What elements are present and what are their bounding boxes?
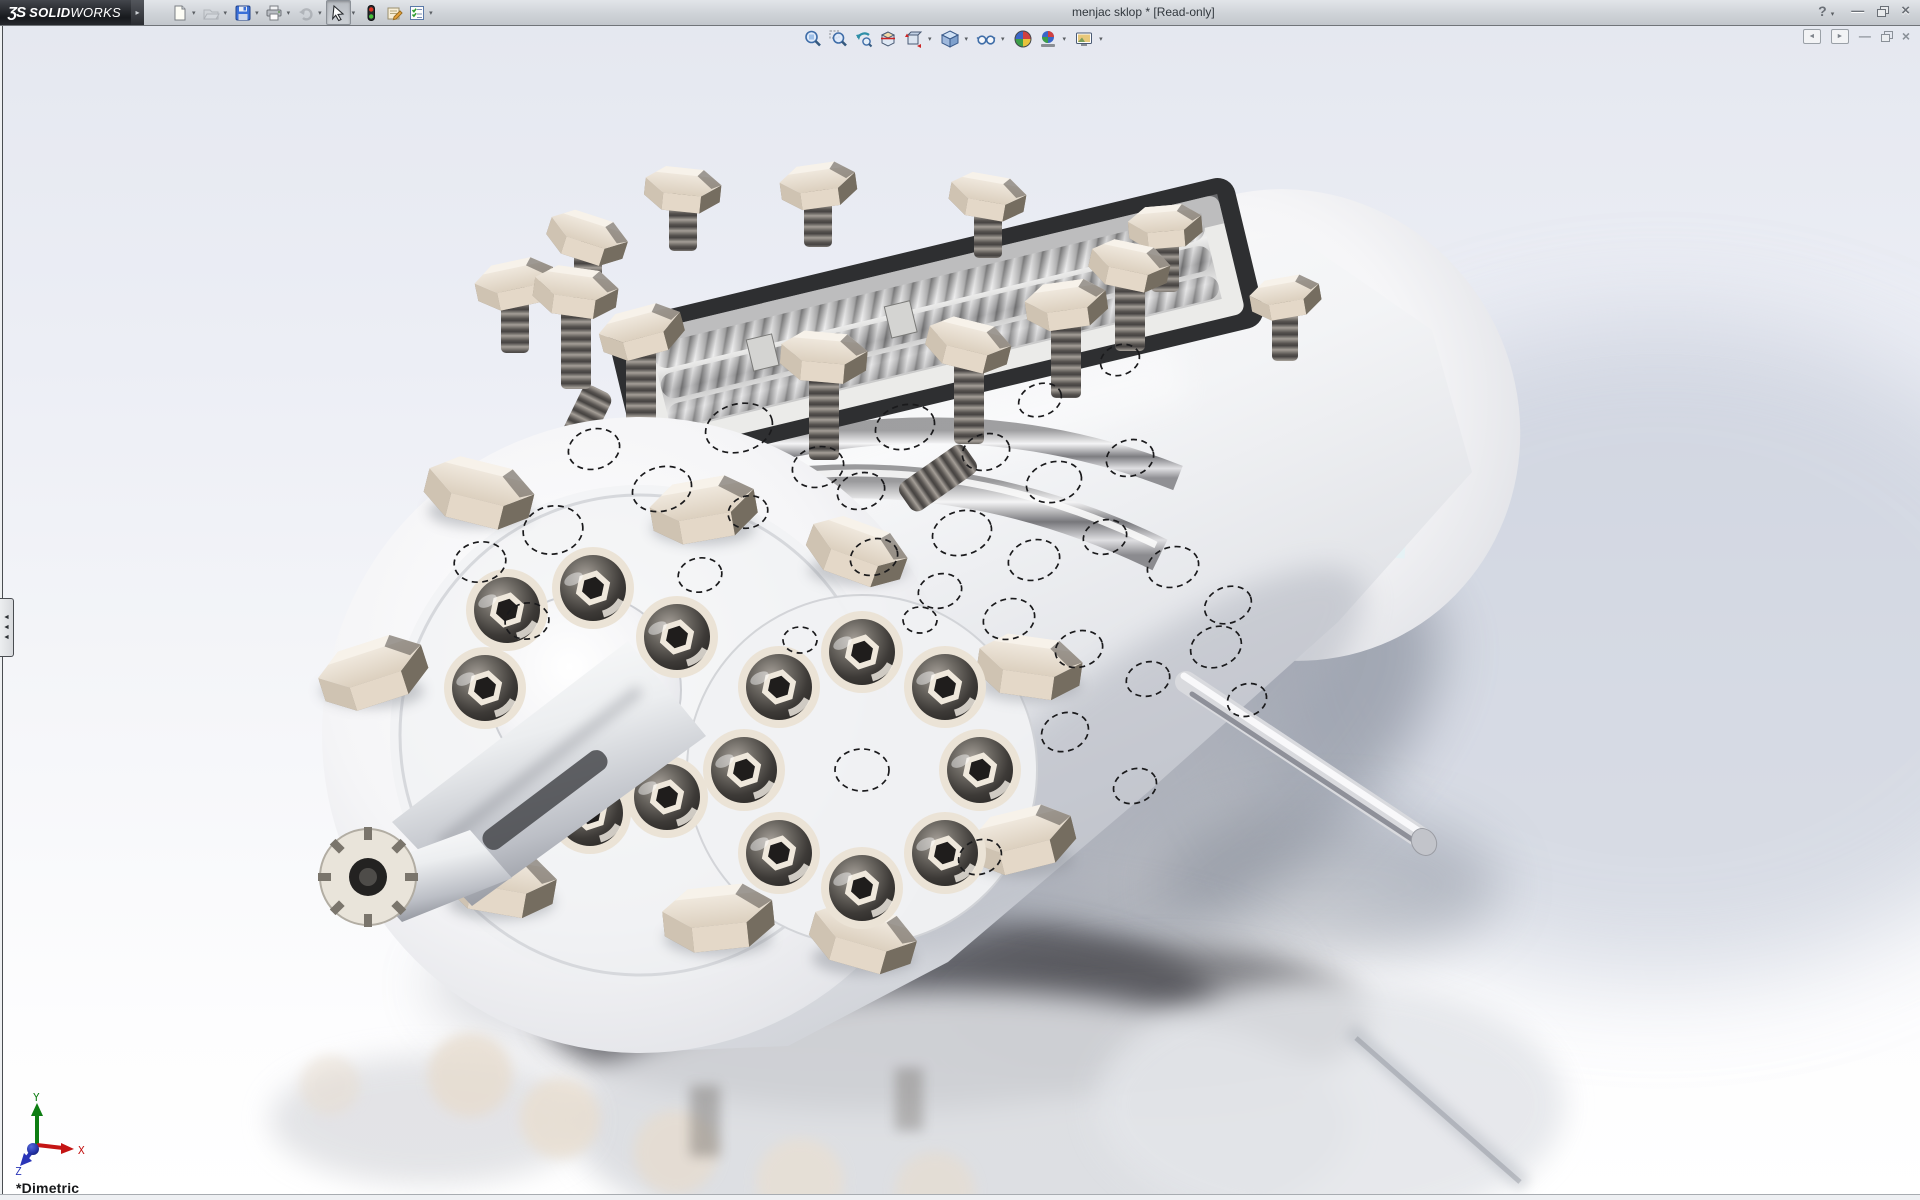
title-bar: ƷS SOLIDWORKS ▸ ▾ ▾ ▾ ▾ ▾ ▾ ▾ menja: [0, 0, 1920, 26]
view-orientation-caret[interactable]: ▾: [928, 35, 932, 43]
undo-dropdown-caret[interactable]: ▾: [318, 9, 322, 17]
select-dropdown-caret[interactable]: ▾: [352, 9, 356, 17]
headsup-view-toolbar: ▾ ▾ ▾ ▾ ▾: [802, 28, 1107, 50]
view-orientation-label: *Dimetric: [16, 1180, 79, 1196]
open-dropdown-caret[interactable]: ▾: [224, 9, 228, 17]
minimize-button[interactable]: —: [1851, 3, 1864, 18]
apply-scene-button[interactable]: [1037, 28, 1059, 50]
undo-button[interactable]: [294, 1, 317, 24]
options-button[interactable]: [405, 1, 428, 24]
triad-x-label: X: [78, 1144, 85, 1157]
menu-expand-arrow[interactable]: ▸: [131, 0, 144, 25]
select-button[interactable]: [326, 0, 351, 25]
new-dropdown-caret[interactable]: ▾: [192, 9, 196, 17]
status-bar-strip: [0, 1194, 1920, 1200]
document-window-controls: ◄ ► — ×: [1803, 28, 1910, 44]
view-settings-caret[interactable]: ▾: [1099, 35, 1103, 43]
print-button[interactable]: [263, 1, 286, 24]
graphics-viewport[interactable]: Y X Z: [0, 0, 1920, 1200]
solidworks-window: { "titlebar": { "brand": {"prefix": "ƷS"…: [0, 0, 1920, 1200]
previous-view-button[interactable]: [852, 28, 874, 50]
hide-show-items-button[interactable]: [975, 28, 997, 50]
triad-z-label: Z: [15, 1165, 22, 1178]
help-button[interactable]: ?: [1818, 3, 1827, 19]
window-controls: ? ▾ — ×: [1818, 2, 1910, 19]
hide-show-items-caret[interactable]: ▾: [1001, 35, 1005, 43]
save-button[interactable]: [231, 1, 254, 24]
display-style-button[interactable]: [939, 28, 961, 50]
rebuild-button[interactable]: [359, 1, 382, 24]
standard-toolbar: ▾ ▾ ▾ ▾ ▾ ▾ ▾: [168, 0, 437, 25]
edit-appearance-button[interactable]: [1012, 28, 1034, 50]
triad-y-label: Y: [33, 1091, 40, 1104]
display-style-caret[interactable]: ▾: [965, 35, 969, 43]
options-dropdown-caret[interactable]: ▾: [429, 9, 433, 17]
view-orientation-button[interactable]: [902, 28, 924, 50]
view-settings-button[interactable]: [1073, 28, 1095, 50]
featuremanager-flyout-tab[interactable]: ◄ ◄ ◄: [0, 598, 14, 657]
zoom-to-area-button[interactable]: [827, 28, 849, 50]
new-document-button[interactable]: [168, 1, 191, 24]
solidworks-logo: ƷS SOLIDWORKS: [0, 0, 131, 25]
doc-restore-button[interactable]: [1881, 31, 1892, 41]
flyout-arrow-icon: ◄: [3, 634, 10, 641]
document-title: menjac sklop * [Read-only]: [1072, 5, 1215, 19]
help-dropdown-caret[interactable]: ▾: [1831, 10, 1835, 18]
doc-close-button[interactable]: ×: [1902, 28, 1910, 44]
close-button[interactable]: ×: [1901, 2, 1910, 19]
solidworks-logo-mark: ƷS: [8, 4, 25, 21]
file-properties-button[interactable]: [382, 1, 405, 24]
apply-scene-caret[interactable]: ▾: [1063, 35, 1067, 43]
restore-button[interactable]: [1877, 6, 1888, 16]
print-dropdown-caret[interactable]: ▾: [287, 9, 291, 17]
doc-minimize-button[interactable]: —: [1859, 29, 1871, 43]
flyout-arrow-icon: ◄: [3, 614, 10, 621]
zoom-to-fit-button[interactable]: [802, 28, 824, 50]
next-document-button[interactable]: ►: [1831, 29, 1849, 44]
section-view-button[interactable]: [877, 28, 899, 50]
flyout-arrow-icon: ◄: [3, 624, 10, 631]
open-button[interactable]: [200, 1, 223, 24]
save-dropdown-caret[interactable]: ▾: [255, 9, 259, 17]
previous-document-button[interactable]: ◄: [1803, 29, 1821, 44]
